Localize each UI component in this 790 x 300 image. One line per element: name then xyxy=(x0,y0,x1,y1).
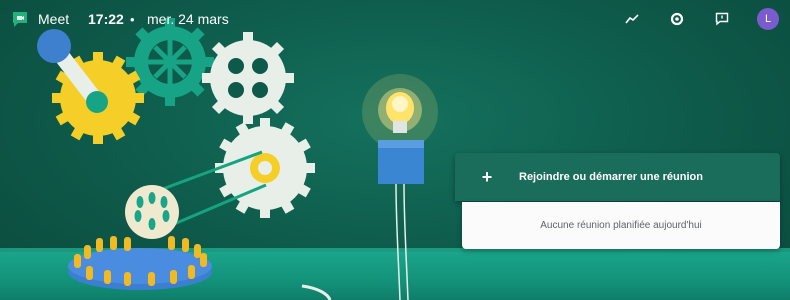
light-bulb xyxy=(362,74,438,300)
white-gear-large xyxy=(215,118,315,218)
white-gear-holes xyxy=(202,32,294,124)
meet-home-screen: Meet 17:22 • mer. 24 mars L + Rejoindre … xyxy=(0,0,790,300)
illustration xyxy=(37,18,438,300)
pin-platform xyxy=(68,236,212,290)
separator-dot: • xyxy=(130,12,135,27)
account-avatar[interactable]: L xyxy=(757,8,779,30)
activity-chart-icon[interactable] xyxy=(622,9,642,29)
floor-wire xyxy=(301,284,332,300)
no-meetings-label: Aucune réunion planifiée aujourd'hui xyxy=(540,220,702,231)
app-name: Meet xyxy=(38,11,70,27)
settings-gear-icon[interactable] xyxy=(667,9,687,29)
feedback-icon[interactable] xyxy=(712,9,732,29)
join-meeting-label: Rejoindre ou démarrer une réunion xyxy=(519,171,703,183)
no-meetings-panel: Aucune réunion planifiée aujourd'hui xyxy=(462,202,780,249)
current-time: 17:22 xyxy=(88,11,124,27)
meet-logo-icon xyxy=(13,12,27,27)
cream-disc xyxy=(125,185,179,239)
join-or-start-meeting-button[interactable]: + Rejoindre ou démarrer une réunion xyxy=(455,153,780,201)
plus-icon: + xyxy=(481,166,493,187)
top-bar: Meet 17:22 • mer. 24 mars L xyxy=(0,0,790,38)
current-date: mer. 24 mars xyxy=(147,11,229,27)
